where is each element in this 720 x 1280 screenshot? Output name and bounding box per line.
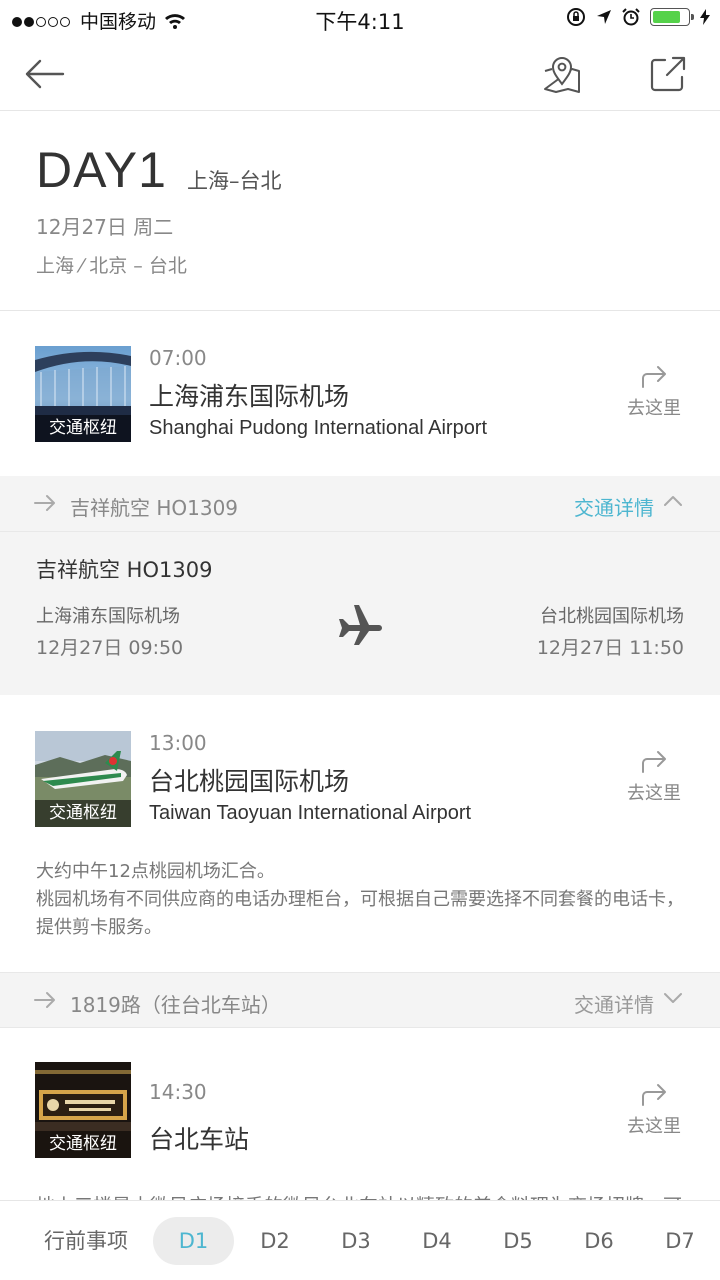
tab-pre-trip[interactable]: 行前事项 [28, 1217, 144, 1265]
transport-bar[interactable]: 1819路（往台北车站） 交通详情 [0, 972, 720, 1028]
poi-note: 大约中午12点桃园机场汇合。 桃园机场有不同供应商的电话办理柜台，可根据自己需要… [36, 858, 691, 942]
alarm-icon [622, 8, 640, 26]
status-bar: 中国移动 下午4:11 [0, 0, 720, 36]
map-button[interactable] [538, 50, 586, 98]
transport-label: 1819路（往台北车站） [70, 993, 281, 1017]
poi-name-en: Shanghai Pudong International Airport [149, 417, 488, 439]
poi-item[interactable]: 交通枢纽 14:30 台北车站 去这里 [0, 1028, 720, 1198]
turn-arrow-icon [642, 366, 666, 388]
poi-name: 台北车站 [149, 1125, 250, 1154]
tab-d3[interactable]: D3 [319, 1217, 393, 1265]
flight-departure-airport: 上海浦东国际机场 [36, 606, 180, 627]
battery-icon [650, 8, 694, 26]
chevron-up-icon[interactable] [664, 495, 682, 507]
tab-d2[interactable]: D2 [238, 1217, 312, 1265]
day-tab-bar: 行前事项 D1 D2 D3 D4 D5 D6 D7 [0, 1200, 720, 1280]
go-here-button[interactable]: 去这里 [620, 1082, 688, 1138]
flight-arrival-time: 12月27日 11:50 [536, 637, 684, 659]
poi-time: 07:00 [149, 346, 207, 370]
flight-detail-panel: 吉祥航空 HO1309 上海浦东国际机场 12月27日 09:50 台北桃园国际… [0, 532, 720, 695]
day-date: 12月27日 周二 [36, 215, 174, 239]
back-arrow-icon [25, 59, 65, 89]
go-here-label: 去这里 [627, 1116, 681, 1137]
transport-label: 吉祥航空 HO1309 [70, 496, 239, 520]
poi-time: 13:00 [149, 731, 207, 755]
transport-bar[interactable]: 吉祥航空 HO1309 交通详情 [0, 476, 720, 532]
airplane-icon [339, 605, 382, 645]
share-icon [650, 56, 686, 92]
go-here-label: 去这里 [627, 398, 681, 419]
poi-thumbnail: 交通枢纽 [35, 731, 131, 827]
day-cities: 上海 ⁄ 北京 – 台北 [36, 255, 187, 277]
tab-d5[interactable]: D5 [481, 1217, 555, 1265]
back-button[interactable] [20, 50, 68, 98]
go-here-label: 去这里 [627, 783, 681, 804]
note-line: 桃园机场有不同供应商的电话办理柜台，可根据自己需要选择不同套餐的电话卡，提供剪卡… [36, 889, 684, 938]
right-arrow-icon [34, 495, 55, 511]
tab-d7[interactable]: D7 [643, 1217, 717, 1265]
tab-d4[interactable]: D4 [400, 1217, 474, 1265]
category-tag: 交通枢纽 [35, 800, 131, 827]
day-header: DAY1 上海–台北 12月27日 周二 上海 ⁄ 北京 – 台北 [0, 111, 720, 311]
go-here-button[interactable]: 去这里 [620, 749, 688, 805]
go-here-button[interactable]: 去这里 [620, 364, 688, 420]
status-right [566, 7, 710, 27]
map-pin-icon [544, 57, 580, 93]
right-arrow-icon [34, 992, 55, 1008]
location-icon [597, 10, 611, 24]
category-tag: 交通枢纽 [35, 1131, 131, 1158]
flight-name: 吉祥航空 HO1309 [36, 558, 213, 582]
flight-arrival-airport: 台北桃园国际机场 [540, 606, 684, 627]
charging-icon [700, 9, 710, 25]
turn-arrow-icon [642, 1084, 666, 1106]
note-line: 大约中午12点桃园机场汇合。 [36, 861, 275, 882]
poi-thumbnail: 交通枢纽 [35, 346, 131, 442]
category-tag: 交通枢纽 [35, 415, 131, 442]
tab-d6[interactable]: D6 [562, 1217, 636, 1265]
day-route: 上海–台北 [187, 169, 282, 193]
flight-departure-time: 12月27日 09:50 [36, 637, 184, 659]
share-button[interactable] [644, 50, 692, 98]
poi-item[interactable]: 交通枢纽 07:00 上海浦东国际机场 Shanghai Pudong Inte… [0, 312, 720, 476]
tab-d1[interactable]: D1 [153, 1217, 234, 1265]
transport-detail-link[interactable]: 交通详情 [574, 989, 654, 1018]
poi-time: 14:30 [149, 1080, 207, 1104]
poi-name-en: Taiwan Taoyuan International Airport [149, 802, 472, 824]
poi-thumbnail: 交通枢纽 [35, 1062, 131, 1158]
nav-bar [0, 36, 720, 111]
day-title: DAY1 [36, 142, 167, 198]
transport-detail-link[interactable]: 交通详情 [574, 492, 654, 521]
poi-name: 台北桃园国际机场 [149, 767, 350, 796]
poi-name: 上海浦东国际机场 [149, 382, 350, 411]
rotation-lock-icon [567, 8, 585, 26]
chevron-down-icon[interactable] [664, 992, 682, 1004]
turn-arrow-icon [642, 751, 666, 773]
poi-item[interactable]: 交通枢纽 13:00 台北桃园国际机场 Taiwan Taoyuan Inter… [0, 696, 720, 856]
